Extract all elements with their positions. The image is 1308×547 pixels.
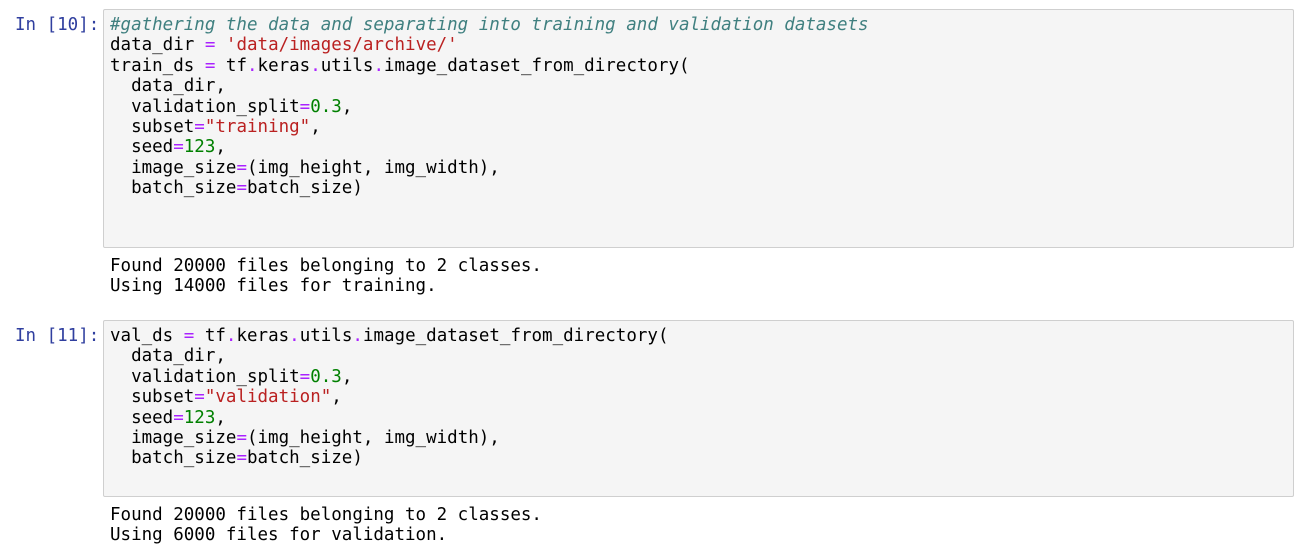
- code-line: validation_split=0.3,: [110, 367, 668, 387]
- code-token-name: batch_size: [110, 448, 237, 469]
- code-token-name: image_dataset_from_directory(: [384, 55, 690, 76]
- output-line: Found 20000 files belonging to 2 classes…: [110, 256, 542, 276]
- code-token-name: ,: [215, 137, 226, 158]
- code-token-name: tf: [215, 55, 247, 76]
- code-line: val_ds = tf.keras.utils.image_dataset_fr…: [110, 326, 668, 346]
- code-token-name: ,: [331, 387, 342, 408]
- output-line: Using 14000 files for training.: [110, 276, 437, 297]
- code-token-name: ,: [341, 96, 353, 117]
- code-token-name: val_ds: [110, 326, 184, 346]
- code-token-op: =: [183, 326, 195, 346]
- code-token-op: =: [236, 178, 247, 199]
- code-token-op: =: [204, 55, 216, 76]
- code-token-name: batch_size): [246, 178, 363, 199]
- code-token-op: =: [236, 157, 247, 178]
- code-token-name: ,: [310, 116, 321, 137]
- code-token-name: seed: [110, 407, 174, 428]
- cell-prompt: In [10]:: [15, 15, 100, 35]
- code-token-op: =: [194, 387, 205, 408]
- code-token-op: .: [352, 326, 363, 346]
- code-token-name: keras: [236, 326, 290, 346]
- code-token-name: data_dir,: [110, 76, 226, 97]
- code-token-string: "training": [204, 116, 311, 137]
- cell-output: Found 20000 files belonging to 2 classes…: [110, 505, 542, 546]
- code-text: #gathering the data and separating into …: [110, 15, 869, 199]
- code-token-number: 123: [183, 137, 216, 158]
- code-token-name: (img_height, img_width),: [246, 157, 500, 178]
- code-line: data_dir = 'data/images/archive/': [110, 35, 869, 55]
- code-token-name: subset: [110, 387, 195, 408]
- code-token-name: batch_size: [110, 178, 237, 199]
- code-line: #gathering the data and separating into …: [110, 15, 869, 35]
- code-token-string: 'data/images/archive/': [225, 35, 458, 56]
- code-token-op: =: [173, 407, 184, 428]
- code-line: subset="validation",: [110, 387, 668, 407]
- code-token-name: (img_height, img_width),: [246, 427, 500, 448]
- code-token-op: =: [299, 366, 311, 387]
- code-line: image_size=(img_height, img_width),: [110, 158, 869, 178]
- cell-prompt: In [11]:: [15, 326, 100, 346]
- code-cell: In [11]: val_ds = tf.keras.utils.image_d…: [0, 310, 1308, 547]
- code-token-name: utils: [299, 326, 353, 346]
- code-token-name: ,: [341, 366, 353, 387]
- code-line: data_dir,: [110, 346, 668, 366]
- code-token-name: train_ds: [110, 55, 205, 76]
- code-token-comment: #gathering the data and separating into …: [110, 15, 869, 35]
- code-line: data_dir,: [110, 76, 869, 96]
- code-token-op: .: [289, 326, 300, 346]
- code-token-op: .: [373, 55, 384, 76]
- output-line: Found 20000 files belonging to 2 classes…: [110, 505, 542, 525]
- code-line: image_size=(img_height, img_width),: [110, 428, 668, 448]
- code-token-op: .: [225, 326, 237, 346]
- code-line: subset="training",: [110, 117, 869, 137]
- code-token-op: .: [310, 55, 321, 76]
- code-token-name: ,: [215, 407, 226, 428]
- code-token-name: data_dir,: [110, 346, 226, 367]
- code-cell: In [10]: #gathering the data and separat…: [0, 0, 1308, 300]
- code-token-name: image_size: [110, 427, 237, 448]
- code-line: seed=123,: [110, 137, 869, 157]
- code-token-name: validation_split: [110, 96, 300, 117]
- code-line: batch_size=batch_size): [110, 178, 869, 198]
- code-text: val_ds = tf.keras.utils.image_dataset_fr…: [110, 326, 668, 469]
- code-token-op: =: [299, 96, 311, 117]
- code-editor[interactable]: #gathering the data and separating into …: [103, 9, 1294, 248]
- code-token-op: =: [236, 427, 247, 448]
- code-token-op: =: [173, 137, 184, 158]
- code-token-number: 0.3: [310, 96, 342, 117]
- code-token-op: =: [236, 448, 247, 469]
- code-line: train_ds = tf.keras.utils.image_dataset_…: [110, 56, 869, 76]
- code-token-name: image_dataset_from_directory(: [362, 326, 669, 346]
- code-token-name: validation_split: [110, 366, 300, 387]
- code-token-number: 0.3: [310, 366, 342, 387]
- code-token-name: keras: [257, 55, 311, 76]
- code-token-name: data_dir: [110, 35, 205, 56]
- code-token-op: =: [194, 116, 205, 137]
- code-token-name: [215, 35, 226, 55]
- code-token-name: image_size: [110, 157, 237, 178]
- code-token-string: "validation": [204, 387, 332, 408]
- cell-output: Found 20000 files belonging to 2 classes…: [110, 256, 542, 297]
- code-token-name: batch_size): [246, 448, 363, 469]
- code-editor[interactable]: val_ds = tf.keras.utils.image_dataset_fr…: [103, 320, 1294, 497]
- code-token-op: =: [204, 35, 216, 56]
- code-token-op: .: [246, 55, 258, 76]
- code-token-name: tf: [194, 326, 226, 346]
- code-token-number: 123: [183, 407, 216, 428]
- output-line: Using 6000 files for validation.: [110, 525, 448, 546]
- code-line: validation_split=0.3,: [110, 97, 869, 117]
- code-line: batch_size=batch_size): [110, 448, 668, 468]
- code-token-name: seed: [110, 137, 174, 158]
- code-token-name: subset: [110, 116, 195, 137]
- code-token-name: utils: [320, 55, 374, 76]
- code-line: seed=123,: [110, 408, 668, 428]
